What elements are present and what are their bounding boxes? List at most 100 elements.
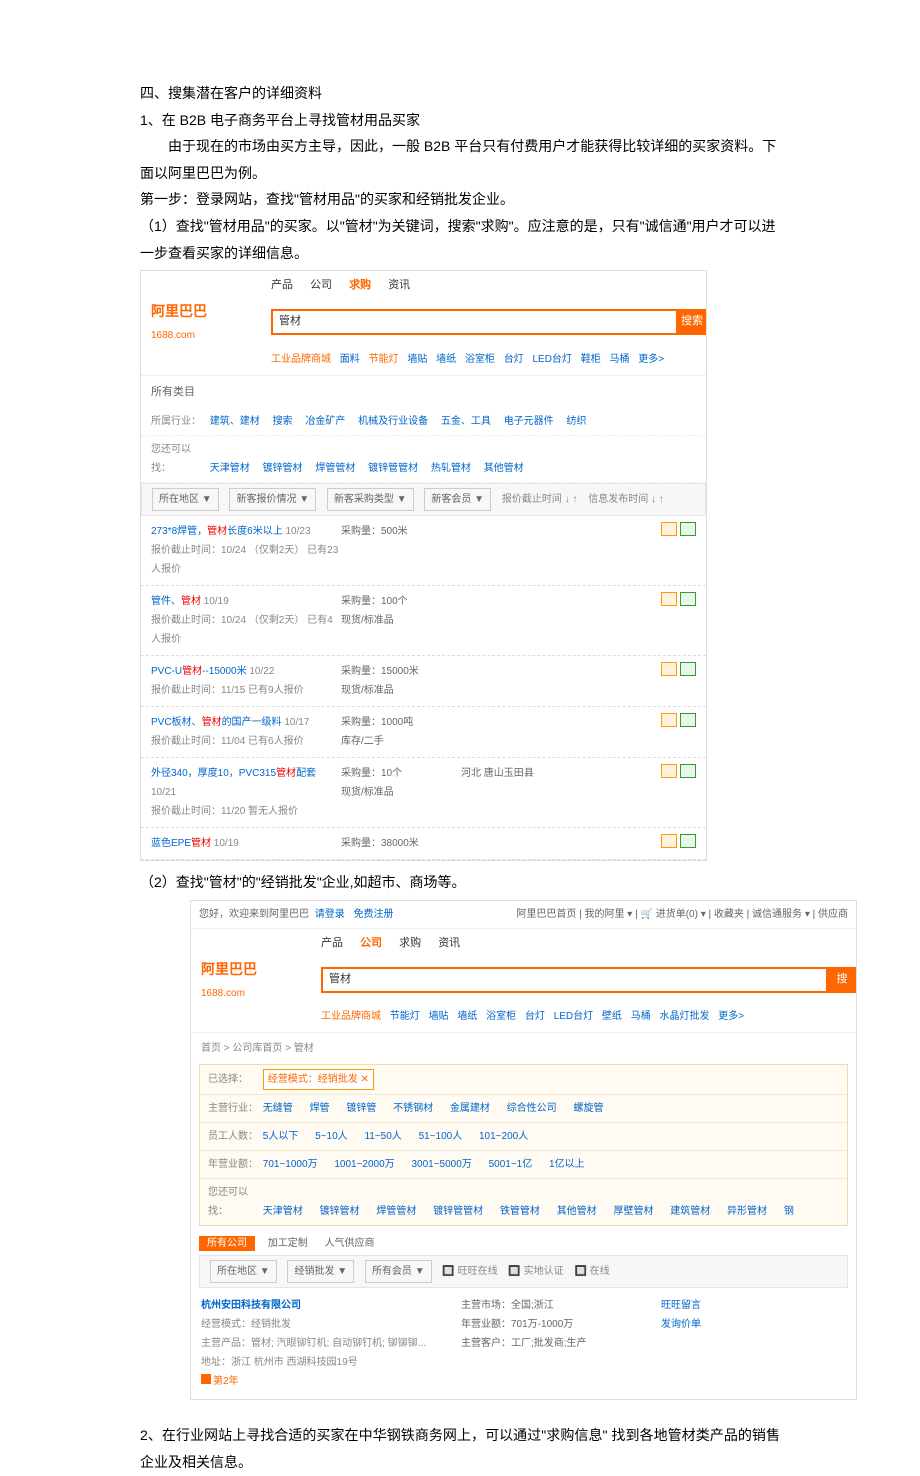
tab-company-active[interactable]: 公司: [360, 937, 382, 949]
listing-title[interactable]: 外径340，厚度10，PVC315管材配套: [151, 768, 316, 779]
filter-opt[interactable]: 1001~2000万: [334, 1159, 394, 1170]
filter-opt[interactable]: 焊管: [310, 1103, 330, 1114]
logo[interactable]: 阿里巴巴 1688.com: [141, 298, 271, 345]
tab-product[interactable]: 产品: [271, 279, 293, 291]
filter-opt[interactable]: 701~1000万: [263, 1159, 318, 1170]
hot-link[interactable]: 水晶灯批发: [659, 1011, 709, 1022]
filter-opt[interactable]: 不锈钢材: [393, 1103, 433, 1114]
chk-online[interactable]: 🔲 在线: [574, 1266, 609, 1277]
listing-title[interactable]: 管件、管材: [151, 596, 201, 607]
hot-link[interactable]: 台灯: [504, 354, 524, 365]
tab-oem[interactable]: 加工定制: [268, 1238, 308, 1249]
filter-opt[interactable]: 天津管材: [210, 463, 250, 474]
hot-link[interactable]: 墙贴: [429, 1011, 449, 1022]
topbar-right[interactable]: 阿里巴巴首页 | 我的阿里 ▾ | 🛒 进货单(0) ▾ | 收藏夹 | 诚信通…: [516, 905, 848, 924]
region-select[interactable]: 所在地区 ▼: [210, 1260, 277, 1283]
filter-opt[interactable]: 5人以下: [263, 1131, 299, 1142]
filter-opt[interactable]: 建筑、建材: [210, 416, 260, 427]
tab-news[interactable]: 资讯: [438, 937, 460, 949]
company-name[interactable]: 杭州安田科技有限公司: [201, 1296, 461, 1315]
sort-pubtime[interactable]: 信息发布时间 ↓ ↑: [588, 494, 664, 505]
filter-opt[interactable]: 异形管材: [727, 1206, 767, 1217]
filter-opt[interactable]: 5~10人: [315, 1131, 348, 1142]
search-input[interactable]: 管材: [321, 967, 828, 993]
tab-news[interactable]: 资讯: [388, 279, 410, 291]
region-select[interactable]: 所在地区 ▼: [152, 488, 219, 511]
tab-all-companies[interactable]: 所有公司: [199, 1236, 255, 1251]
tab-product[interactable]: 产品: [321, 937, 343, 949]
hot-link[interactable]: 壁纸: [602, 1011, 622, 1022]
filter-opt[interactable]: 电子元器件: [504, 416, 554, 427]
hot-link[interactable]: 台灯: [525, 1011, 545, 1022]
wangwang-msg-link[interactable]: 旺旺留言: [661, 1296, 701, 1315]
filter-opt[interactable]: 钢: [784, 1206, 794, 1217]
login-link[interactable]: 请登录: [315, 909, 345, 920]
listing-title[interactable]: PVC-U管材--15000米: [151, 666, 247, 677]
hot-link[interactable]: 墙纸: [457, 1011, 477, 1022]
filter-opt[interactable]: 热轧管材: [431, 463, 471, 474]
search-button[interactable]: 搜索: [678, 309, 706, 335]
filter-opt[interactable]: 建筑管材: [670, 1206, 710, 1217]
chk-wangwang[interactable]: 🔲 旺旺在线: [442, 1266, 497, 1277]
hot-link[interactable]: 马桶: [609, 354, 629, 365]
hot-link[interactable]: 鞋柜: [581, 354, 601, 365]
filter-opt[interactable]: 天津管材: [263, 1206, 303, 1217]
hot-link[interactable]: 浴室柜: [465, 354, 495, 365]
hot-link[interactable]: LED台灯: [532, 354, 571, 365]
filter-opt[interactable]: 镀锌管材: [320, 1206, 360, 1217]
chk-verified[interactable]: 🔲 实地认证: [508, 1266, 563, 1277]
filter-opt[interactable]: 综合性公司: [507, 1103, 557, 1114]
hot-link[interactable]: 节能灯: [369, 354, 399, 365]
search-button[interactable]: 搜: [828, 967, 856, 993]
filter-opt[interactable]: 11~50人: [364, 1131, 401, 1142]
member-select[interactable]: 新客会员 ▼: [424, 488, 491, 511]
filter-opt[interactable]: 铁管管材: [500, 1206, 540, 1217]
filter-opt[interactable]: 焊管管材: [376, 1206, 416, 1217]
filter-opt[interactable]: 机械及行业设备: [358, 416, 428, 427]
mode-select[interactable]: 经销批发 ▼: [287, 1260, 354, 1283]
sort-deadline[interactable]: 报价截止时间 ↓ ↑: [502, 494, 578, 505]
filter-opt[interactable]: 镀锌管管材: [368, 463, 418, 474]
selected-tag[interactable]: 经营模式：经销批发 ✕: [263, 1069, 374, 1090]
hot-link[interactable]: 墙贴: [407, 354, 427, 365]
tab-buy-active[interactable]: 求购: [349, 279, 371, 291]
tab-buy[interactable]: 求购: [399, 937, 421, 949]
listing-title[interactable]: 蓝色EPE管材: [151, 838, 211, 849]
hot-link[interactable]: 更多>: [638, 354, 664, 365]
filter-opt[interactable]: 无缝管: [263, 1103, 293, 1114]
hot-link[interactable]: 面料: [340, 354, 360, 365]
member-select[interactable]: 所有会员 ▼: [365, 1260, 432, 1283]
hot-link[interactable]: 浴室柜: [486, 1011, 516, 1022]
listing-title[interactable]: PVC板材、管材的国产一级料: [151, 717, 282, 728]
tab-popular[interactable]: 人气供应商: [325, 1238, 375, 1249]
filter-opt[interactable]: 101~200人: [479, 1131, 528, 1142]
filter-opt[interactable]: 镀锌管材: [263, 463, 303, 474]
filter-opt[interactable]: 镀锌管: [346, 1103, 376, 1114]
hot-link[interactable]: 墙纸: [436, 354, 456, 365]
hot-link-mall[interactable]: 工业品牌商城: [271, 354, 331, 365]
hot-link[interactable]: 更多>: [718, 1011, 744, 1022]
quote-select[interactable]: 新客报价情况 ▼: [229, 488, 316, 511]
filter-opt[interactable]: 厚壁管材: [613, 1206, 653, 1217]
tab-company[interactable]: 公司: [310, 279, 332, 291]
hot-link[interactable]: LED台灯: [554, 1011, 593, 1022]
filter-opt[interactable]: 5001~1亿: [489, 1159, 533, 1170]
filter-opt[interactable]: 其他管材: [557, 1206, 597, 1217]
send-inquiry-link[interactable]: 发询价单: [661, 1315, 701, 1334]
filter-opt[interactable]: 螺旋管: [573, 1103, 603, 1114]
filter-opt[interactable]: 51~100人: [419, 1131, 463, 1142]
filter-opt[interactable]: 焊管管材: [315, 463, 355, 474]
filter-opt[interactable]: 纺织: [566, 416, 586, 427]
filter-opt[interactable]: 镀锌管管材: [433, 1206, 483, 1217]
register-link[interactable]: 免费注册: [354, 909, 394, 920]
hot-link[interactable]: 节能灯: [390, 1011, 420, 1022]
filter-opt[interactable]: 冶金矿产: [305, 416, 345, 427]
filter-opt[interactable]: 1亿以上: [549, 1159, 585, 1170]
filter-opt[interactable]: 搜索: [273, 416, 293, 427]
hot-link[interactable]: 马桶: [631, 1011, 651, 1022]
filter-opt[interactable]: 金属建材: [450, 1103, 490, 1114]
logo[interactable]: 阿里巴巴 1688.com: [191, 956, 321, 1003]
hot-link-mall[interactable]: 工业品牌商城: [321, 1011, 381, 1022]
filter-opt[interactable]: 五金、工具: [441, 416, 491, 427]
filter-opt[interactable]: 3001~5000万: [411, 1159, 471, 1170]
